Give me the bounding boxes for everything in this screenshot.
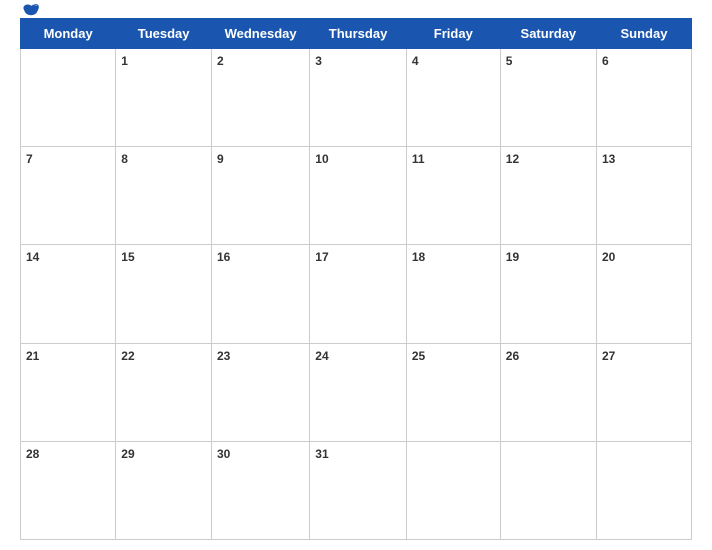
- day-number: 11: [412, 152, 425, 166]
- calendar-day: 13: [596, 147, 691, 245]
- day-number: 12: [506, 152, 519, 166]
- day-number: 21: [26, 349, 39, 363]
- weekday-saturday: Saturday: [500, 19, 596, 49]
- calendar-day: 23: [211, 343, 309, 441]
- calendar-day: 22: [116, 343, 212, 441]
- day-number: 23: [217, 349, 230, 363]
- calendar-day: 3: [310, 49, 407, 147]
- weekday-thursday: Thursday: [310, 19, 407, 49]
- day-number: 19: [506, 250, 519, 264]
- day-number: 9: [217, 152, 224, 166]
- day-number: 29: [121, 447, 134, 461]
- calendar-week-2: 7 8 9 10 11 12 13: [21, 147, 692, 245]
- day-number: 20: [602, 250, 615, 264]
- calendar-day: 24: [310, 343, 407, 441]
- day-number: 7: [26, 152, 33, 166]
- day-number: 17: [315, 250, 328, 264]
- day-number: 14: [26, 250, 39, 264]
- weekday-tuesday: Tuesday: [116, 19, 212, 49]
- weekday-sunday: Sunday: [596, 19, 691, 49]
- calendar-day: 30: [211, 441, 309, 539]
- calendar-table: MondayTuesdayWednesdayThursdayFridaySatu…: [20, 18, 692, 540]
- calendar-day: 19: [500, 245, 596, 343]
- day-number: 27: [602, 349, 615, 363]
- weekday-wednesday: Wednesday: [211, 19, 309, 49]
- weekday-header-row: MondayTuesdayWednesdayThursdayFridaySatu…: [21, 19, 692, 49]
- logo-blue: [20, 3, 40, 17]
- calendar-day: 21: [21, 343, 116, 441]
- calendar-week-4: 21 22 23 24 25 26 27: [21, 343, 692, 441]
- calendar-day: 31: [310, 441, 407, 539]
- calendar-week-1: 1 2 3 4 5 6: [21, 49, 692, 147]
- day-number: 1: [121, 54, 128, 68]
- logo: [20, 3, 40, 17]
- calendar-day: 28: [21, 441, 116, 539]
- calendar-day: 1: [116, 49, 212, 147]
- calendar-day: 9: [211, 147, 309, 245]
- day-number: 13: [602, 152, 615, 166]
- day-number: 6: [602, 54, 609, 68]
- day-number: 22: [121, 349, 134, 363]
- day-number: 30: [217, 447, 230, 461]
- calendar-week-5: 28 29 30 31: [21, 441, 692, 539]
- day-number: 15: [121, 250, 134, 264]
- day-number: 25: [412, 349, 425, 363]
- calendar-day: [21, 49, 116, 147]
- calendar-day: 11: [406, 147, 500, 245]
- calendar-day: 7: [21, 147, 116, 245]
- calendar-day: 25: [406, 343, 500, 441]
- calendar-day: 27: [596, 343, 691, 441]
- day-number: 4: [412, 54, 419, 68]
- day-number: 10: [315, 152, 328, 166]
- calendar-day: 8: [116, 147, 212, 245]
- day-number: 18: [412, 250, 425, 264]
- calendar-week-3: 14 15 16 17 18 19 20: [21, 245, 692, 343]
- calendar-day: [406, 441, 500, 539]
- calendar-day: 26: [500, 343, 596, 441]
- calendar-day: [596, 441, 691, 539]
- calendar-day: 29: [116, 441, 212, 539]
- day-number: 26: [506, 349, 519, 363]
- calendar-day: 15: [116, 245, 212, 343]
- day-number: 8: [121, 152, 128, 166]
- calendar-day: 18: [406, 245, 500, 343]
- calendar-day: 2: [211, 49, 309, 147]
- weekday-monday: Monday: [21, 19, 116, 49]
- day-number: 24: [315, 349, 328, 363]
- day-number: 5: [506, 54, 513, 68]
- calendar-day: 10: [310, 147, 407, 245]
- calendar-day: 4: [406, 49, 500, 147]
- day-number: 2: [217, 54, 224, 68]
- calendar-day: 12: [500, 147, 596, 245]
- calendar-day: 6: [596, 49, 691, 147]
- day-number: 31: [315, 447, 328, 461]
- weekday-friday: Friday: [406, 19, 500, 49]
- calendar-day: 17: [310, 245, 407, 343]
- calendar-day: 5: [500, 49, 596, 147]
- calendar-body: 1234567891011121314151617181920212223242…: [21, 49, 692, 540]
- day-number: 3: [315, 54, 322, 68]
- calendar-header-row: MondayTuesdayWednesdayThursdayFridaySatu…: [21, 19, 692, 49]
- calendar-day: 20: [596, 245, 691, 343]
- calendar-day: 16: [211, 245, 309, 343]
- day-number: 28: [26, 447, 39, 461]
- day-number: 16: [217, 250, 230, 264]
- calendar-day: 14: [21, 245, 116, 343]
- calendar-day: [500, 441, 596, 539]
